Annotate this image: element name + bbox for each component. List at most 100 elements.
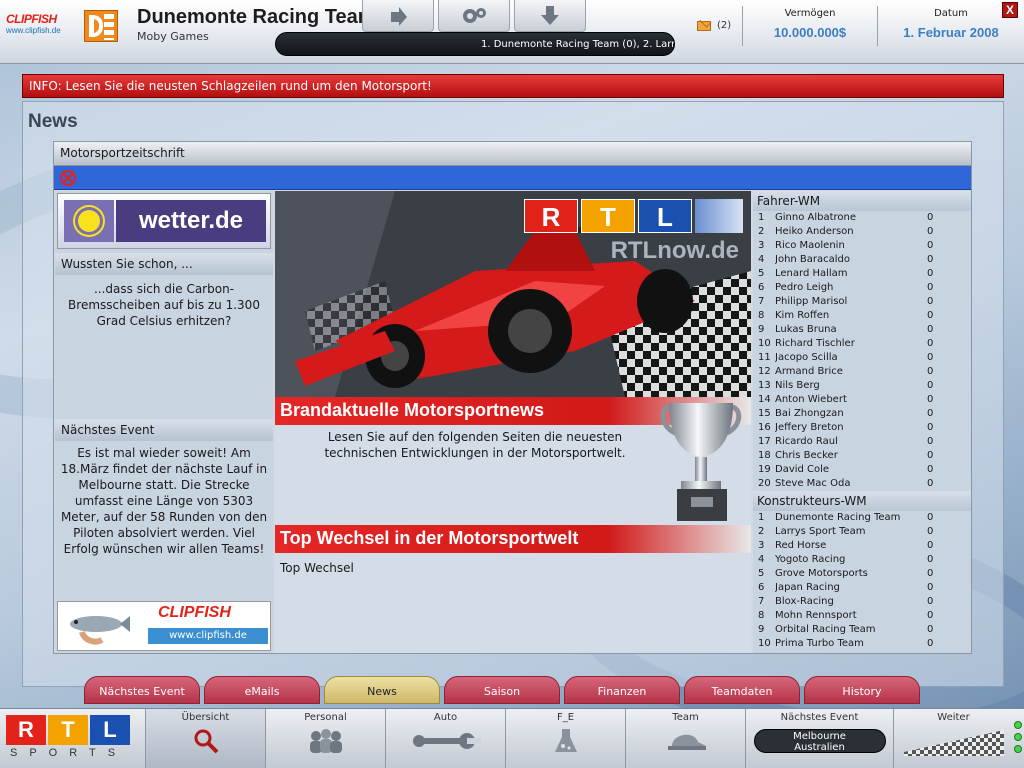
drivers-position: 11 (758, 352, 771, 363)
constructors-position: 5 (758, 568, 765, 579)
drivers-position: 9 (758, 324, 765, 335)
drivers-name: Philipp Marisol (775, 296, 848, 307)
drivers-name: Jeffery Breton (775, 422, 844, 433)
nav-label: Team (672, 712, 699, 723)
constructors-row: 10 Prima Turbo Team 0 (753, 637, 971, 651)
tab-history[interactable]: History (804, 676, 920, 704)
drivers-position: 6 (758, 282, 765, 293)
constructors-name: Orbital Racing Team (775, 624, 876, 635)
constructors-row: 2 Larrys Sport Team 0 (753, 525, 971, 539)
nav-team[interactable]: Team (625, 709, 745, 768)
constructors-points: 0 (927, 540, 934, 551)
clipfish-ad-url: www.clipfish.de (148, 628, 268, 644)
drivers-name: Jacopo Scilla (775, 352, 838, 363)
drivers-row: 15 Bai Zhongzan 0 (753, 407, 971, 421)
drivers-name: Steve Mac Oda (775, 478, 851, 489)
nav-f-e[interactable]: F_E (505, 709, 625, 768)
clipfish-logo-url: www.clipfish.de (6, 26, 61, 35)
drivers-points: 0 (927, 226, 934, 237)
drivers-position: 4 (758, 254, 765, 265)
drivers-points: 0 (927, 296, 934, 307)
tab-teamdaten[interactable]: Teamdaten (684, 676, 800, 704)
race-car-image: R T L RTLnow.de (275, 191, 751, 397)
wetter-ad-banner[interactable]: wetter.de (57, 193, 271, 249)
headline-top-wechsel[interactable]: Top Wechsel in der Motorsportwelt (275, 525, 751, 553)
nav-auto[interactable]: Auto (385, 709, 505, 768)
rtl-logo: R T L (524, 199, 743, 233)
constructors-row: 7 Blox-Racing 0 (753, 595, 971, 609)
magazine-toolbar (54, 166, 971, 190)
drivers-row: 10 Richard Tischler 0 (753, 337, 971, 351)
drivers-position: 5 (758, 268, 765, 279)
info-bar: INFO: Lesen Sie die neusten Schlagzeilen… (22, 74, 1004, 98)
drivers-name: Bai Zhongzan (775, 408, 844, 419)
constructors-position: 9 (758, 624, 765, 635)
constructors-points: 0 (927, 526, 934, 537)
constructors-position: 4 (758, 554, 765, 565)
tab-finanzen[interactable]: Finanzen (564, 676, 680, 704)
close-button[interactable]: X (1002, 2, 1018, 18)
drivers-points: 0 (927, 212, 934, 223)
settings-button[interactable] (438, 0, 510, 32)
tab-nächstes-event[interactable]: Nächstes Event (84, 676, 200, 704)
date-value: 1. Februar 2008 (903, 25, 999, 40)
people-icon (266, 723, 386, 759)
drivers-name: David Cole (775, 464, 830, 475)
tab-news[interactable]: News (324, 676, 440, 704)
drivers-row: 11 Jacopo Scilla 0 (753, 351, 971, 365)
drivers-position: 20 (758, 478, 771, 489)
drivers-points: 0 (927, 366, 934, 377)
checkered-flag-icon (894, 723, 1014, 759)
constructors-row: 3 Red Horse 0 (753, 539, 971, 553)
envelope-icon (697, 20, 711, 31)
nav-weiter[interactable]: Weiter (893, 709, 1013, 768)
drivers-points: 0 (927, 408, 934, 419)
constructors-name: Yogoto Racing (775, 554, 846, 565)
pin-icon[interactable] (59, 169, 77, 187)
drivers-position: 17 (758, 436, 771, 447)
constructors-row: 6 Japan Racing 0 (753, 581, 971, 595)
constructors-name: Japan Racing (775, 582, 840, 593)
tab-emails[interactable]: eMails (204, 676, 320, 704)
constructors-row: 1 Dunemonte Racing Team 0 (753, 511, 971, 525)
drivers-position: 3 (758, 240, 765, 251)
download-button[interactable] (514, 0, 586, 32)
tab-saison[interactable]: Saison (444, 676, 560, 704)
drivers-name: Nils Berg (775, 380, 820, 391)
drivers-row: 3 Rico Maolenin 0 (753, 239, 971, 253)
rtl-logo-fade (695, 199, 743, 233)
drivers-position: 1 (758, 212, 765, 223)
constructors-name: Red Horse (775, 540, 827, 551)
drivers-position: 15 (758, 408, 771, 419)
magazine-window: Motorsportzeitschrift wetter.de Wussten … (53, 141, 972, 654)
money-stat: Vermögen 10.000.000$ (745, 8, 875, 40)
constructors-name: Grove Motorsports (775, 568, 868, 579)
divider (742, 6, 743, 46)
top-wechsel-text: Top Wechsel (280, 561, 354, 575)
drivers-row: 5 Lenard Hallam 0 (753, 267, 971, 281)
nav-personal[interactable]: Personal (265, 709, 385, 768)
constructors-position: 2 (758, 526, 765, 537)
drivers-position: 12 (758, 366, 771, 377)
clipfish-logo[interactable]: CLIPFISH www.clipfish.de (6, 12, 70, 40)
clipfish-ad-banner[interactable]: CLIPFISH www.clipfish.de (57, 601, 271, 651)
nav-übersicht[interactable]: Übersicht (145, 709, 265, 768)
forward-arrow-button[interactable] (362, 0, 434, 32)
drivers-points: 0 (927, 282, 934, 293)
drivers-name: Armand Brice (775, 366, 843, 377)
drivers-standings-header: Fahrer-WM (753, 191, 971, 211)
constructors-row: 8 Mohn Rennsport 0 (753, 609, 971, 623)
team-logo (84, 10, 118, 42)
drivers-position: 18 (758, 450, 771, 461)
did-you-know-header: Wussten Sie schon, ... (55, 253, 273, 275)
mail-indicator[interactable]: (2) (697, 20, 731, 31)
nav-nächstes-event[interactable]: Nächstes Event Melbourne Australien (745, 709, 893, 768)
nav-label: Nächstes Event (780, 712, 859, 723)
left-column: wetter.de Wussten Sie schon, ... ...dass… (55, 191, 273, 653)
event-country: Australien (794, 742, 845, 753)
money-label: Vermögen (784, 8, 836, 19)
drivers-row: 16 Jeffery Breton 0 (753, 421, 971, 435)
team-name: Dunemonte Racing Team (137, 6, 376, 28)
drivers-points: 0 (927, 380, 934, 391)
wetter-ad-text: wetter.de (116, 200, 266, 242)
